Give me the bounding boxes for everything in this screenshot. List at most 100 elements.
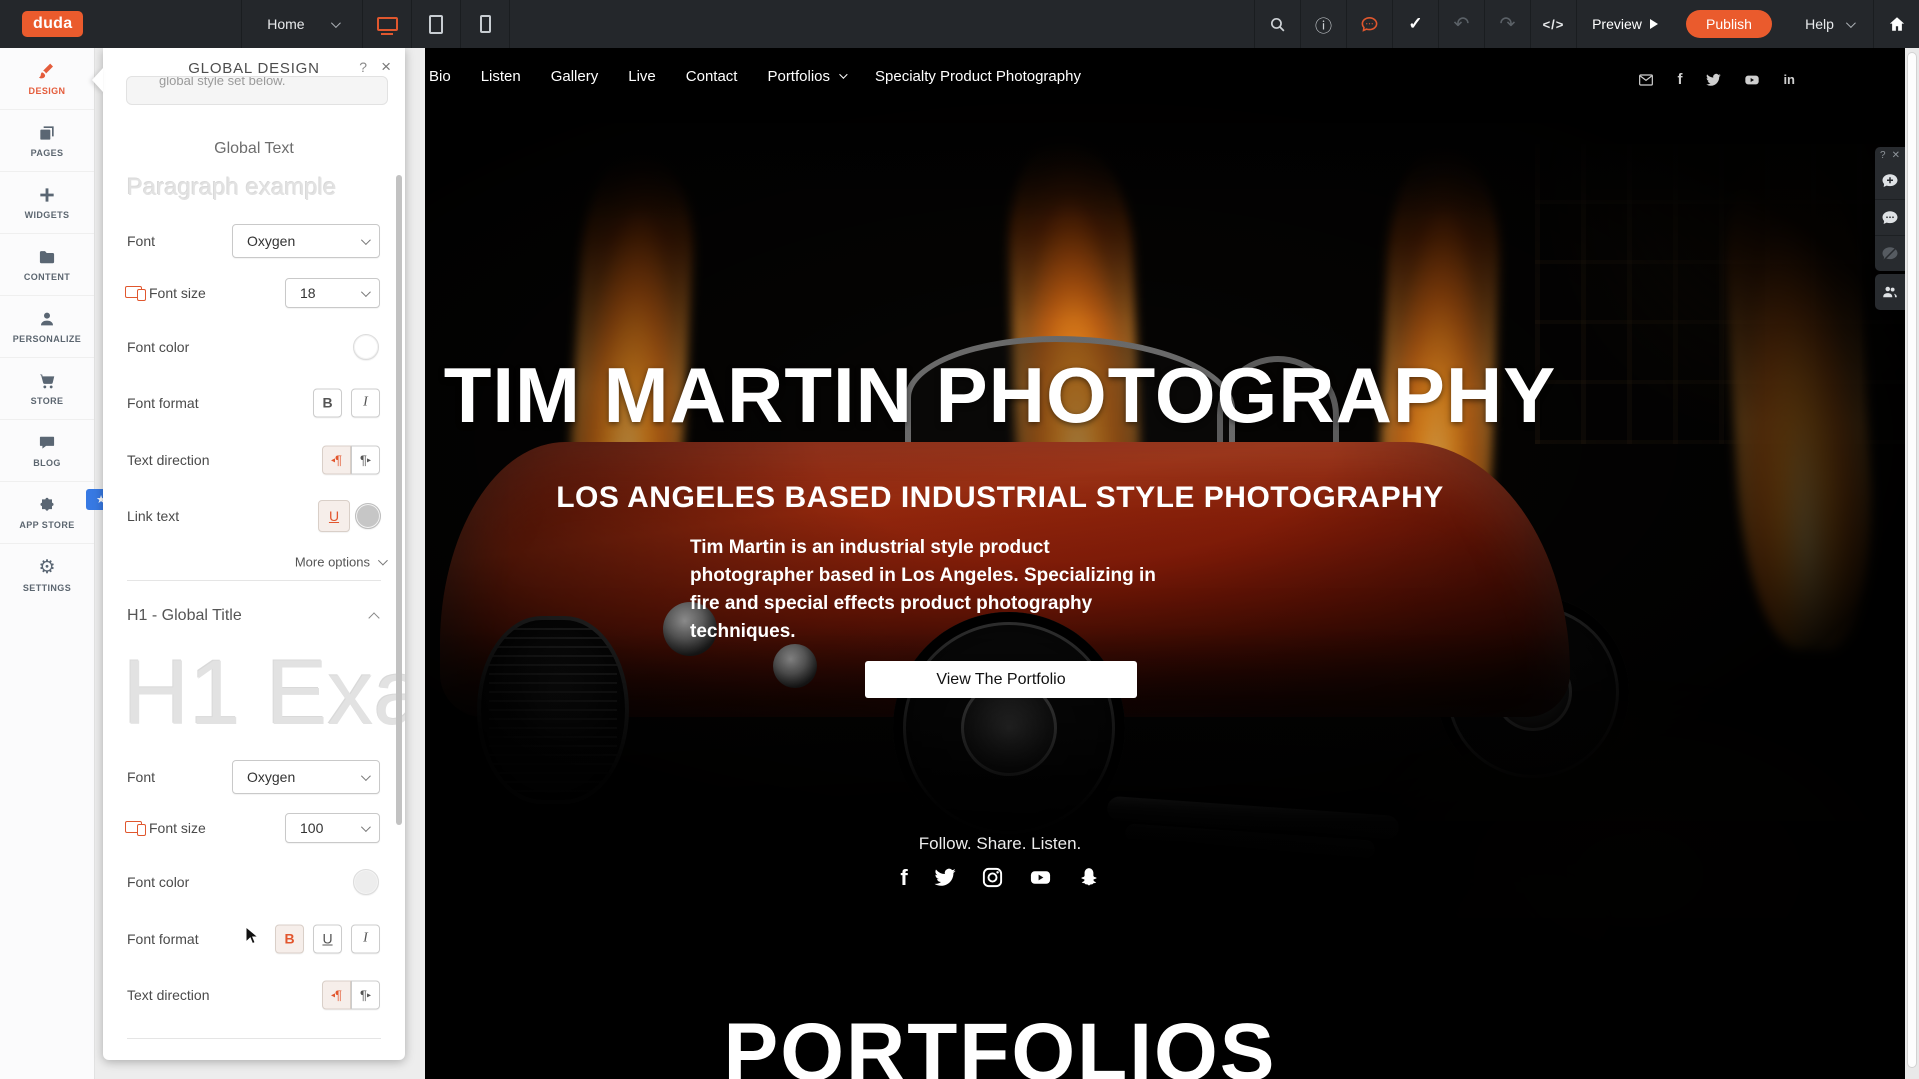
site-nav-item-portfolios[interactable]: Portfolios [767, 68, 845, 85]
tablet-view-button[interactable] [412, 0, 460, 48]
youtube-icon[interactable] [1744, 72, 1760, 88]
link-underline-button[interactable]: U [318, 500, 350, 532]
site-nav-item[interactable]: Live [628, 68, 656, 85]
approve-button[interactable]: ✓ [1393, 0, 1438, 48]
show-comments-button[interactable] [1875, 199, 1905, 235]
instagram-icon[interactable] [981, 866, 1004, 889]
h1-ltr-direction-button[interactable]: ◂¶ [322, 980, 351, 1009]
page-selector-dropdown[interactable]: Home [242, 0, 362, 48]
font-size-label: Font size [149, 285, 206, 301]
twitter-icon[interactable] [1705, 72, 1721, 88]
h1-underline-button[interactable]: U [313, 924, 342, 953]
person-icon [37, 309, 57, 329]
comment-bubble-icon [1360, 15, 1379, 34]
sidebar-item-design[interactable]: DESIGN [0, 48, 94, 110]
ltr-direction-button[interactable]: ◂¶ [322, 445, 351, 474]
email-icon[interactable] [1638, 72, 1654, 88]
facebook-icon[interactable]: f [1677, 72, 1682, 88]
help-dropdown[interactable]: Help [1785, 0, 1873, 48]
font-color-row: Font color [103, 334, 405, 360]
chevron-up-icon [368, 612, 379, 623]
linkedin-icon[interactable]: in [1783, 72, 1795, 88]
sidebar-item-pages[interactable]: PAGES [0, 110, 94, 172]
publish-button[interactable]: Publish [1686, 10, 1772, 38]
h1-preview: H1 Exa [123, 643, 405, 743]
site-nav-item[interactable]: Specialty Product Photography [875, 68, 1081, 85]
duda-logo[interactable]: duda [22, 11, 83, 37]
sidebar-item-label: DESIGN [29, 86, 66, 96]
panel-help-button[interactable]: ? [359, 59, 367, 75]
dev-mode-button[interactable]: </> [1531, 0, 1576, 48]
folder-icon [37, 247, 57, 267]
bold-button[interactable]: B [313, 388, 342, 417]
search-button[interactable] [1255, 0, 1300, 48]
page-scrollbar[interactable] [1905, 48, 1919, 1079]
preview-button[interactable]: Preview [1577, 0, 1673, 48]
h1-font-select[interactable]: Oxygen [232, 760, 380, 794]
h1-italic-button[interactable]: I [351, 924, 380, 953]
hero-subtitle[interactable]: LOS ANGELES BASED INDUSTRIAL STYLE PHOTO… [425, 481, 1575, 515]
hero-title[interactable]: TIM MARTIN PHOTOGRAPHY [425, 350, 1575, 441]
h1-font-color-swatch[interactable] [353, 869, 379, 895]
site-nav-item[interactable]: Gallery [551, 68, 599, 85]
facebook-icon[interactable]: f [900, 866, 907, 889]
sidebar-item-content[interactable]: CONTENT [0, 234, 94, 296]
sidebar-item-blog[interactable]: BLOG [0, 420, 94, 482]
link-text-row: Link text U [103, 500, 405, 532]
code-icon: </> [1543, 17, 1565, 32]
twitter-icon[interactable] [933, 866, 956, 889]
add-comment-button[interactable] [1875, 163, 1905, 199]
info-button[interactable]: ⓘ [1301, 0, 1346, 48]
youtube-icon[interactable] [1029, 866, 1052, 889]
site-preview-canvas[interactable]: Bio Listen Gallery Live Contact Portfoli… [425, 48, 1905, 1079]
desktop-view-button[interactable] [363, 0, 411, 48]
font-format-label: Font format [127, 931, 199, 947]
sidebar-item-personalize[interactable]: PERSONALIZE [0, 296, 94, 358]
portfolios-heading[interactable]: PORTFOLIOS [425, 1006, 1575, 1079]
site-nav-item[interactable]: Listen [481, 68, 521, 85]
panel-scrollbar-thumb[interactable] [396, 175, 402, 825]
snapchat-icon[interactable] [1077, 866, 1100, 889]
h1-bold-button[interactable]: B [275, 924, 304, 953]
tablet-icon [429, 15, 443, 34]
panel-close-button[interactable]: × [381, 57, 391, 77]
italic-button[interactable]: I [351, 388, 380, 417]
text-direction-label: Text direction [127, 452, 209, 468]
site-nav-item[interactable]: Contact [686, 68, 738, 85]
h1-section-header[interactable]: H1 - Global Title [103, 606, 405, 626]
hero-content: TIM MARTIN PHOTOGRAPHY LOS ANGELES BASED… [425, 104, 1575, 945]
hide-comments-button[interactable] [1875, 235, 1905, 271]
sidebar-item-store[interactable]: STORE [0, 358, 94, 420]
panel-collapse-arrow[interactable] [92, 68, 103, 92]
link-color-swatch[interactable] [355, 503, 381, 529]
site-nav-item[interactable]: Bio [429, 68, 451, 85]
more-options-link[interactable]: More options [295, 555, 385, 570]
rtl-direction-button[interactable]: ¶▸ [351, 445, 380, 474]
toolbar-help-button[interactable]: ? [1880, 150, 1886, 161]
font-format-row: Font format B I [103, 388, 405, 417]
font-color-swatch[interactable] [353, 334, 379, 360]
font-size-select[interactable]: 18 [285, 278, 380, 308]
scrollbar-thumb[interactable] [1907, 52, 1917, 1068]
undo-button[interactable]: ↶ [1439, 0, 1484, 48]
hero-description[interactable]: Tim Martin is an industrial style produc… [690, 534, 1165, 646]
top-toolbar: duda Home ⓘ [0, 0, 1919, 48]
hide-comments-icon [1881, 245, 1899, 263]
hero-section[interactable]: TIM MARTIN PHOTOGRAPHY LOS ANGELES BASED… [425, 104, 1905, 945]
view-portfolio-button[interactable]: View The Portfolio [865, 661, 1137, 698]
sidebar-item-app-store[interactable]: APP STORE [0, 482, 94, 544]
sidebar-item-widgets[interactable]: WIDGETS [0, 172, 94, 234]
h1-font-size-row: Font size 100 [103, 813, 405, 843]
comments-button[interactable] [1347, 0, 1392, 48]
desktop-icon [377, 17, 398, 31]
h1-rtl-direction-button[interactable]: ¶▸ [351, 980, 380, 1009]
divider [127, 1038, 381, 1039]
mobile-view-button[interactable] [461, 0, 509, 48]
h1-font-size-select[interactable]: 100 [285, 813, 380, 843]
dashboard-home-button[interactable] [1874, 0, 1919, 48]
toolbar-close-button[interactable]: ✕ [1892, 150, 1900, 161]
sidebar-item-settings[interactable]: ⚙ SETTINGS [0, 544, 94, 606]
font-select[interactable]: Oxygen [232, 224, 380, 258]
collaborators-button[interactable] [1875, 274, 1905, 310]
redo-button[interactable]: ↷ [1485, 0, 1530, 48]
